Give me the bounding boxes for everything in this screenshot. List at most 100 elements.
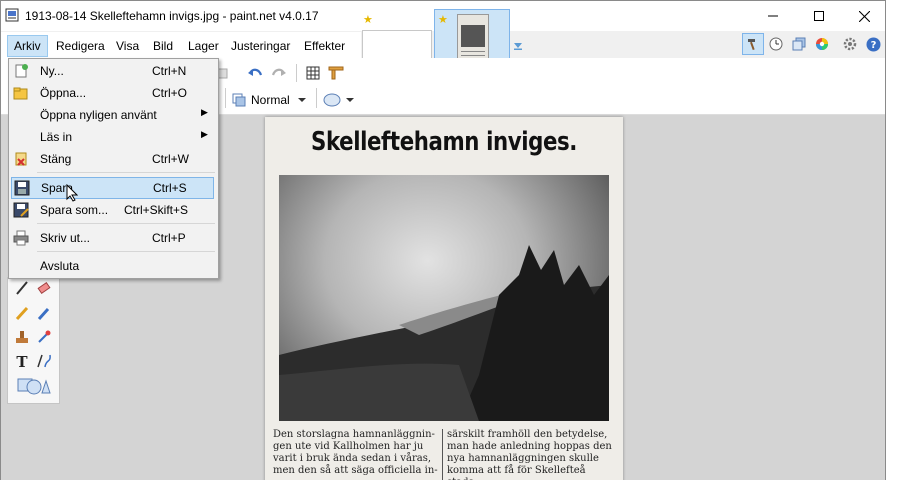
menu-item-shortcut: Ctrl+W — [152, 152, 189, 166]
torn-edge — [0, 480, 902, 499]
maximize-icon — [814, 11, 824, 21]
menu-item-print[interactable]: Skriv ut... Ctrl+P — [9, 227, 218, 249]
stamp-icon — [16, 331, 28, 343]
layers-icon — [792, 37, 806, 51]
menu-item-open[interactable]: Öppna... Ctrl+O — [9, 82, 218, 104]
clone-stamp-tool[interactable] — [12, 327, 32, 347]
color-wheel-icon — [816, 38, 828, 50]
toolbar-separator — [225, 88, 226, 108]
recolor-tool[interactable] — [34, 327, 54, 347]
menu-item-shortcut: Ctrl+O — [152, 86, 188, 100]
save-icon — [14, 180, 30, 196]
menu-separator — [37, 172, 215, 173]
menu-item-label: Avsluta — [40, 259, 80, 273]
menu-item-new[interactable]: Ny... Ctrl+N — [9, 60, 218, 82]
undo-button[interactable] — [247, 64, 263, 82]
gear-icon — [843, 37, 857, 51]
menu-item-exit[interactable]: Avsluta — [9, 255, 218, 277]
menu-item-label: Ny... — [40, 64, 64, 78]
shapes-icon — [17, 378, 51, 395]
menu-visa[interactable]: Visa — [110, 35, 145, 57]
history-window-button[interactable] — [767, 35, 785, 53]
new-file-icon — [15, 64, 28, 78]
grid-button[interactable] — [306, 64, 320, 82]
close-icon — [858, 10, 870, 22]
mouse-pointer-icon — [66, 184, 78, 202]
chevron-down-icon — [297, 98, 306, 102]
minimize-button[interactable] — [750, 1, 796, 31]
toolbar-separator — [316, 88, 317, 108]
menu-item-save[interactable]: Spara Ctrl+S — [11, 177, 214, 199]
document-image[interactable]: Skelleftehamn inviges. Den storslagna ha… — [265, 117, 623, 484]
eraser-tool[interactable] — [34, 278, 54, 298]
line-curve-icon — [37, 354, 51, 368]
menu-redigera[interactable]: Redigera — [50, 35, 111, 57]
blend-mode-select[interactable]: Normal — [232, 91, 306, 109]
menu-bild[interactable]: Bild — [147, 35, 179, 57]
ruler-button[interactable] — [328, 64, 344, 82]
line-curve-tool[interactable] — [34, 351, 54, 371]
menu-bar: Arkiv Redigera Visa Bild Lager Justering… — [1, 32, 361, 58]
minimize-icon — [768, 15, 778, 17]
menu-item-save-as[interactable]: Spara som... Ctrl+Skift+S — [9, 199, 218, 221]
tools-palette: T — [7, 277, 60, 404]
chevron-down-icon[interactable] — [513, 41, 523, 51]
menu-separator — [37, 251, 215, 252]
menu-item-acquire[interactable]: Läs in ▶ — [9, 126, 218, 148]
grid-icon — [306, 66, 320, 80]
tools-window-button[interactable] — [742, 33, 764, 55]
menu-item-shortcut: Ctrl+S — [153, 181, 187, 195]
help-icon: ? — [866, 37, 880, 51]
recolor-icon — [38, 330, 51, 343]
paintbrush-icon — [16, 281, 28, 295]
shapes-tool[interactable] — [14, 375, 54, 395]
maximize-button[interactable] — [796, 1, 842, 31]
toolbar-separator — [296, 64, 297, 82]
landscape-photo — [279, 245, 609, 421]
article-column-left: Den storslagna hamnanläggnin- gen ute vi… — [273, 429, 438, 476]
article-column-right: särskilt framhöll den betydelse, man had… — [447, 429, 612, 484]
text-icon: T — [16, 353, 28, 369]
redo-button[interactable] — [271, 64, 287, 82]
color-picker-tool[interactable] — [34, 303, 54, 323]
menu-item-shortcut: Ctrl+P — [152, 231, 186, 245]
print-icon — [13, 230, 29, 246]
app-window: 1913-08-14 Skelleftehamn invigs.jpg - pa… — [0, 0, 886, 484]
submenu-arrow-icon: ▶ — [201, 129, 208, 139]
menu-item-open-recent[interactable]: Öppna nyligen använt ▶ — [9, 104, 218, 126]
menu-item-close[interactable]: Stäng Ctrl+W — [9, 148, 218, 170]
undo-icon — [248, 68, 263, 76]
paintbrush-tool[interactable] — [12, 278, 32, 298]
help-button[interactable]: ? — [864, 35, 882, 53]
save-as-icon — [13, 202, 29, 218]
colors-window-button[interactable] — [813, 35, 831, 53]
star-icon: ★ — [438, 14, 448, 26]
eyedropper-icon — [37, 307, 50, 321]
newspaper-photo — [279, 175, 609, 421]
text-tool[interactable]: T — [12, 351, 32, 371]
menu-effekter[interactable]: Effekter — [298, 35, 351, 57]
settings-button[interactable] — [841, 35, 859, 53]
menu-item-label: Stäng — [40, 152, 72, 166]
menu-item-shortcut: Ctrl+N — [152, 64, 187, 78]
layers-window-button[interactable] — [790, 35, 808, 53]
window-title: 1913-08-14 Skelleftehamn invigs.jpg - pa… — [25, 9, 319, 23]
menu-arkiv[interactable]: Arkiv — [7, 35, 48, 57]
menu-lager[interactable]: Lager — [182, 35, 225, 57]
star-icon: ★ — [363, 14, 373, 26]
ruler-icon — [328, 66, 344, 80]
blend-mode-icon — [232, 93, 246, 107]
hammer-icon — [748, 39, 755, 51]
close-button[interactable] — [841, 1, 885, 31]
redo-icon — [271, 68, 286, 76]
selection-mode-icon — [323, 93, 341, 107]
menu-item-label: Öppna nyligen använt — [40, 108, 157, 122]
pencil-tool[interactable] — [12, 303, 32, 323]
menu-justeringar[interactable]: Justeringar — [225, 35, 296, 57]
selection-mode-select[interactable] — [323, 91, 354, 109]
column-divider — [442, 429, 443, 483]
menu-item-label: Skriv ut... — [40, 231, 91, 245]
close-document-icon — [15, 152, 27, 166]
open-folder-icon — [13, 87, 28, 100]
menu-item-label: Öppna... — [40, 86, 87, 100]
